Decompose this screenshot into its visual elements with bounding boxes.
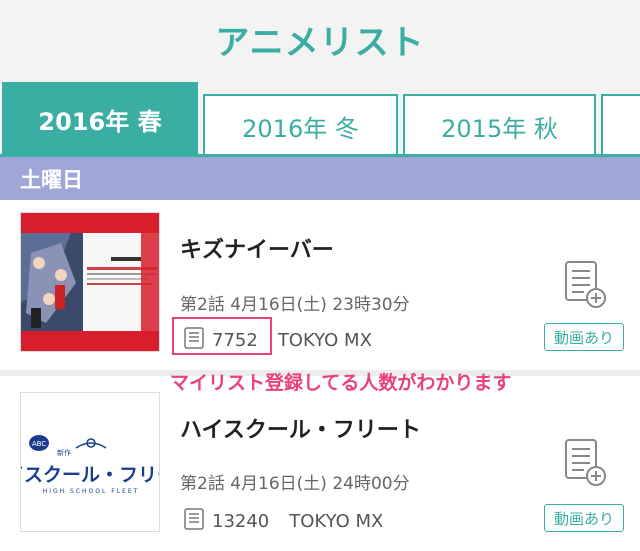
- channel-name: TOKYO MX: [289, 511, 384, 532]
- episode-info: 第2話 4月16日(土) 24時00分: [180, 474, 410, 494]
- episode-info: 第2話 4月16日(土) 23時30分: [180, 295, 410, 315]
- channel-name: TOKYO MX: [277, 330, 372, 351]
- day-section-header: 土曜日: [0, 157, 640, 200]
- anime-title[interactable]: ハイスクール・フリート: [180, 412, 421, 444]
- add-list-icon: [565, 439, 606, 486]
- anime-list-item[interactable]: キズナイーバー 第2話 4月16日(土) 23時30分 7752 TOKYO M…: [0, 200, 640, 370]
- add-to-mylist-button[interactable]: [562, 260, 608, 310]
- item-meta: 13240 TOKYO MX: [184, 508, 383, 535]
- add-list-icon: [565, 261, 606, 308]
- video-available-badge[interactable]: 動画あり: [544, 323, 624, 351]
- kiznaiver-thumbnail: [20, 212, 160, 352]
- high-school-fleet-thumbnail: ABC 新作 ハイスクール・フリート HIGH SCHOOL FLEET: [20, 392, 160, 532]
- svg-text:ABC: ABC: [32, 440, 46, 448]
- season-tabs: 2016年 春 2016年 冬 2015年 秋: [0, 82, 640, 156]
- mylist-count: 13240: [212, 511, 270, 532]
- anime-list-item[interactable]: ABC 新作 ハイスクール・フリート HIGH SCHOOL FLEET ハイス…: [0, 376, 640, 551]
- add-to-mylist-button[interactable]: [562, 438, 608, 488]
- page-title: アニメリスト: [215, 22, 425, 63]
- mylist-annotation: マイリスト登録してる人数がわかります: [170, 372, 512, 394]
- svg-text:新作: 新作: [57, 448, 71, 457]
- tab-2016-winter[interactable]: 2016年 冬: [203, 94, 398, 156]
- tab-more[interactable]: [601, 94, 640, 156]
- tab-2015-autumn[interactable]: 2015年 秋: [403, 94, 596, 156]
- high-school-fleet-logo-subtext: HIGH SCHOOL FLEET: [43, 488, 140, 495]
- app-header: アニメリスト: [0, 0, 640, 82]
- anime-title[interactable]: キズナイーバー: [180, 232, 334, 264]
- tab-2016-spring[interactable]: 2016年 春: [2, 82, 198, 156]
- high-school-fleet-logo-text: ハイスクール・フリート: [21, 464, 160, 486]
- video-available-badge[interactable]: 動画あり: [544, 504, 624, 532]
- mylist-icon: [184, 508, 204, 535]
- mylist-count-highlight: [172, 317, 272, 355]
